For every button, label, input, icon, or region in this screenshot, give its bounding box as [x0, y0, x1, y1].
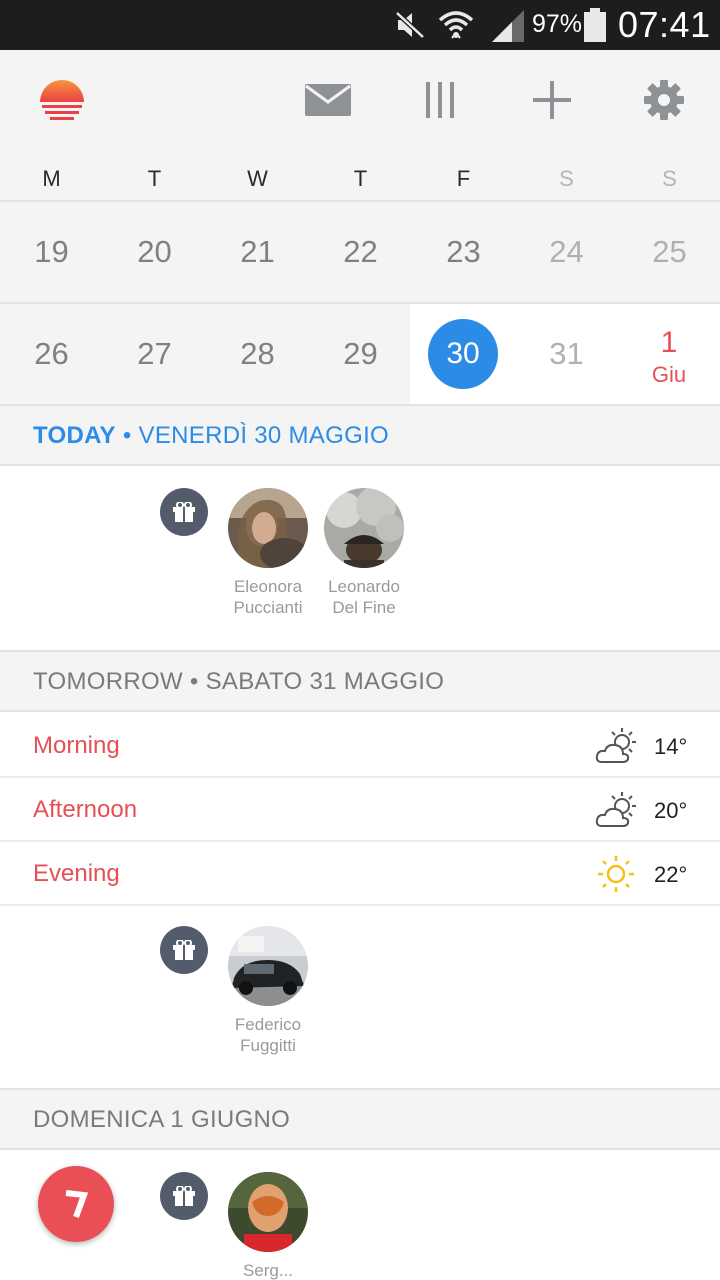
weekday-label: S — [662, 166, 677, 191]
calendar-day[interactable]: 20 — [103, 202, 206, 302]
today-label: TODAY — [33, 422, 116, 449]
mail-icon — [305, 84, 351, 116]
time-of-day-label: Morning — [33, 732, 120, 759]
gift-badge — [160, 926, 208, 974]
gift-icon — [173, 1186, 195, 1206]
arrow-icon — [65, 1190, 89, 1219]
contact-first-name: Serg... — [242, 1261, 294, 1280]
contact-first-name: Federico — [234, 1015, 302, 1034]
section-header-today: TODAY • VENERDÌ 30 MAGGIO — [0, 404, 720, 466]
contact-birthday[interactable]: Federico Fuggitti — [213, 926, 323, 1056]
calendar-day[interactable]: 22 — [309, 202, 412, 302]
contact-first-name: Leonardo — [328, 577, 400, 596]
avatar — [228, 926, 308, 1006]
contact-last-name: Fuggitti — [240, 1036, 296, 1055]
calendar-day[interactable]: 28 — [206, 304, 309, 404]
battery-icon — [584, 8, 606, 42]
today-circle: 30 — [428, 319, 498, 389]
weather-row-evening[interactable]: Evening 22° — [0, 842, 720, 906]
contact-last-name: Del Fine — [332, 598, 396, 617]
sunrise-logo-button[interactable] — [32, 70, 92, 130]
view-switch-button[interactable] — [410, 70, 470, 130]
section-header-sunday: DOMENICA 1 GIUGNO — [0, 1088, 720, 1150]
battery-percent: 97% — [532, 10, 583, 38]
calendar-day[interactable]: 24 — [515, 202, 618, 302]
calendar-day-month-start[interactable]: 1 Giu — [618, 304, 720, 404]
settings-button[interactable] — [634, 70, 694, 130]
calendar-day[interactable]: 27 — [103, 304, 206, 404]
contact-birthday[interactable]: Eleonora Puccianti — [213, 488, 323, 618]
calendar-week: 26 27 28 29 30 31 1 Giu — [0, 304, 720, 406]
wifi-icon — [438, 11, 474, 39]
app-toolbar — [0, 50, 720, 150]
temperature: 14° — [654, 734, 688, 759]
mute-icon — [395, 11, 425, 39]
weekday-label: W — [247, 166, 268, 191]
calendar-day[interactable]: 21 — [206, 202, 309, 302]
weekday-label: T — [353, 166, 368, 191]
add-event-button[interactable] — [522, 70, 582, 130]
gift-icon — [173, 940, 195, 960]
sun-icon — [598, 856, 634, 892]
calendar-day[interactable]: 23 — [412, 202, 515, 302]
columns-icon — [426, 82, 454, 118]
calendar-day[interactable]: 29 — [309, 304, 412, 404]
contact-last-name: Puccianti — [233, 598, 303, 617]
contact-birthday[interactable]: Serg... — [213, 1172, 323, 1280]
section-header-tomorrow: TOMORROW • SABATO 31 MAGGIO — [0, 650, 720, 712]
contact-first-name: Eleonora — [233, 577, 303, 596]
calendar-day[interactable]: 25 — [618, 202, 720, 302]
time-of-day-label: Evening — [33, 860, 120, 887]
day-number: 1 — [660, 326, 678, 359]
temperature: 22° — [654, 862, 688, 887]
status-bar: 97% 07:41 — [0, 0, 720, 50]
add-icon — [533, 81, 571, 119]
calendar-day-today[interactable]: 30 — [410, 304, 515, 404]
partly-cloudy-icon — [595, 792, 636, 827]
today-date: • VENERDÌ 30 MAGGIO — [115, 422, 390, 449]
contact-birthday[interactable]: Leonardo Del Fine — [309, 488, 419, 618]
birthday-row: Federico Fuggitti — [0, 906, 720, 1088]
calendar-day[interactable]: 31 — [515, 304, 618, 404]
weekday-label: S — [559, 166, 574, 191]
time-of-day-label: Afternoon — [33, 796, 138, 823]
weekday-header: M T W T F S S — [0, 150, 720, 202]
weekday-label: T — [147, 166, 162, 191]
partly-cloudy-icon — [595, 728, 636, 763]
calendar-week: 19 20 21 22 23 24 25 — [0, 202, 720, 304]
weather-row-morning[interactable]: Morning 14° — [0, 714, 720, 778]
gift-badge — [160, 1172, 208, 1220]
signal-icon — [492, 10, 524, 42]
calendar-day[interactable]: 26 — [0, 304, 103, 404]
weekday-label: M — [42, 166, 61, 191]
clock: 07:41 — [618, 4, 711, 45]
settings-icon — [644, 80, 684, 120]
avatar — [228, 1172, 308, 1252]
weather-row-afternoon[interactable]: Afternoon 20° — [0, 778, 720, 842]
month-label: Giu — [651, 362, 687, 387]
sunrise-logo-icon — [40, 80, 84, 120]
gift-badge — [160, 488, 208, 536]
go-to-today-button[interactable] — [38, 1166, 114, 1242]
birthday-row: Eleonora Puccianti Leonardo Del Fine — [0, 466, 720, 652]
avatar — [324, 488, 404, 568]
inbox-button[interactable] — [298, 70, 358, 130]
weekday-label: F — [456, 166, 471, 191]
avatar — [228, 488, 308, 568]
temperature: 20° — [654, 798, 688, 823]
gift-icon — [173, 502, 195, 522]
calendar-day[interactable]: 19 — [0, 202, 103, 302]
